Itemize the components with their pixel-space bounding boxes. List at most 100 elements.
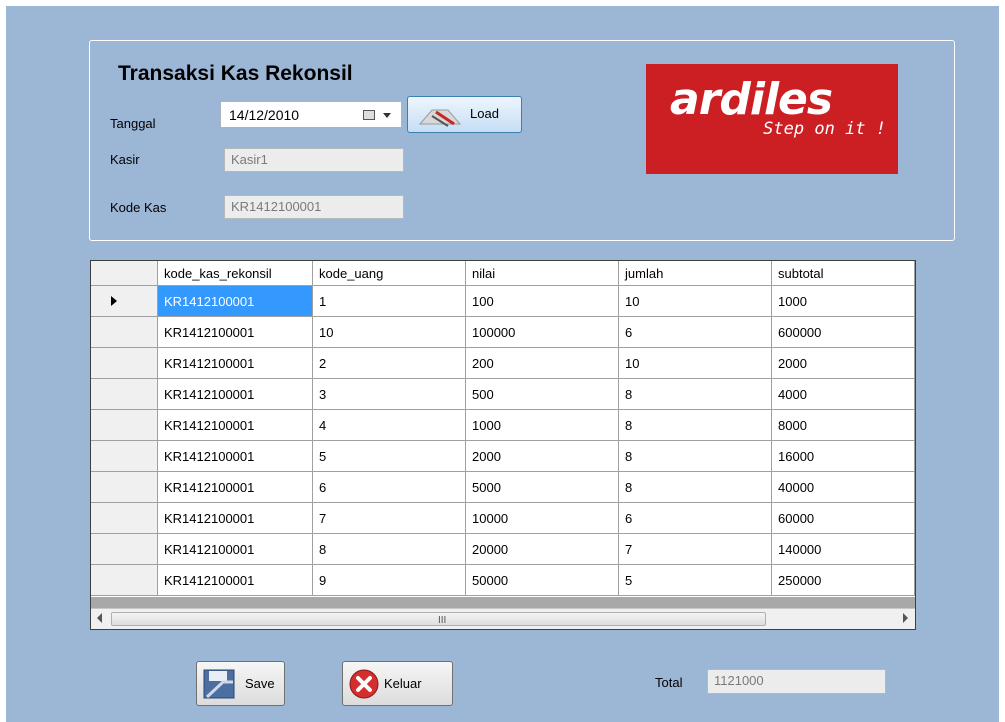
form-title: Transaksi Kas Rekonsil <box>118 62 353 85</box>
table-row[interactable]: KR1412100001 3 500 8 4000 <box>91 379 915 410</box>
table-cell[interactable]: 10 <box>619 348 772 379</box>
table-cell[interactable]: KR1412100001 <box>158 534 313 565</box>
save-button-label: Save <box>245 676 275 691</box>
scroll-right-icon[interactable] <box>903 613 908 623</box>
chevron-down-icon[interactable] <box>383 113 391 118</box>
table-cell[interactable]: 600000 <box>772 317 915 348</box>
row-header[interactable] <box>91 565 158 596</box>
table-cell[interactable]: KR1412100001 <box>158 348 313 379</box>
table-cell[interactable]: 9 <box>313 565 466 596</box>
table-row[interactable]: KR1412100001 9 50000 5 250000 <box>91 565 915 596</box>
column-header-nilai[interactable]: nilai <box>466 261 619 286</box>
total-field[interactable]: 1121000 <box>707 669 886 694</box>
column-header-kode-kas-rekonsil[interactable]: kode_kas_rekonsil <box>158 261 313 286</box>
table-cell[interactable]: KR1412100001 <box>158 286 313 317</box>
save-button[interactable]: Save <box>196 661 285 706</box>
keluar-button[interactable]: Keluar <box>342 661 453 706</box>
table-cell[interactable]: 7 <box>313 503 466 534</box>
table-cell[interactable]: 50000 <box>466 565 619 596</box>
keluar-button-label: Keluar <box>384 676 422 691</box>
table-cell[interactable]: 8 <box>619 472 772 503</box>
data-grid[interactable]: kode_kas_rekonsil kode_uang nilai jumlah sub… <box>90 260 916 630</box>
table-row[interactable]: KR1412100001 10 100000 6 600000 <box>91 317 915 348</box>
kode-kas-field[interactable]: KR1412100001 <box>224 195 404 219</box>
table-cell[interactable]: 8 <box>619 379 772 410</box>
row-header[interactable] <box>91 503 158 534</box>
table-cell[interactable]: KR1412100001 <box>158 441 313 472</box>
total-label: Total <box>655 675 683 690</box>
table-cell[interactable]: 10000 <box>466 503 619 534</box>
logo-brand: ardiles <box>670 74 833 125</box>
table-cell[interactable]: 3 <box>313 379 466 410</box>
table-cell[interactable]: 20000 <box>466 534 619 565</box>
table-row[interactable]: KR1412100001 7 10000 6 60000 <box>91 503 915 534</box>
table-cell[interactable]: 2000 <box>772 348 915 379</box>
row-header[interactable] <box>91 410 158 441</box>
scroll-thumb[interactable]: III <box>111 612 766 626</box>
table-cell[interactable]: 6 <box>619 503 772 534</box>
load-button-label: Load <box>470 106 499 121</box>
calendar-icon[interactable] <box>363 110 375 120</box>
row-header[interactable] <box>91 317 158 348</box>
table-row[interactable]: KR1412100001 6 5000 8 40000 <box>91 472 915 503</box>
row-header[interactable] <box>91 472 158 503</box>
table-cell[interactable]: 5 <box>313 441 466 472</box>
table-cell[interactable]: KR1412100001 <box>158 317 313 348</box>
column-header-subtotal[interactable]: subtotal <box>772 261 915 286</box>
table-cell[interactable]: 100 <box>466 286 619 317</box>
row-header[interactable] <box>91 441 158 472</box>
table-cell[interactable]: 1 <box>313 286 466 317</box>
table-cell[interactable]: 100000 <box>466 317 619 348</box>
table-cell[interactable]: KR1412100001 <box>158 503 313 534</box>
table-cell[interactable]: 1000 <box>772 286 915 317</box>
table-cell[interactable]: 250000 <box>772 565 915 596</box>
table-cell[interactable]: 500 <box>466 379 619 410</box>
column-header-kode-uang[interactable]: kode_uang <box>313 261 466 286</box>
row-header[interactable] <box>91 348 158 379</box>
save-icon <box>203 669 235 699</box>
table-cell[interactable]: KR1412100001 <box>158 410 313 441</box>
grid-body: kode_kas_rekonsil kode_uang nilai jumlah sub… <box>91 261 915 597</box>
table-cell[interactable]: 1000 <box>466 410 619 441</box>
scroll-grip: III <box>438 615 447 626</box>
table-cell[interactable]: 200 <box>466 348 619 379</box>
table-cell[interactable]: 8000 <box>772 410 915 441</box>
row-header[interactable] <box>91 286 158 317</box>
table-cell[interactable]: KR1412100001 <box>158 472 313 503</box>
tanggal-date-picker[interactable]: 14/12/2010 <box>220 101 402 128</box>
table-row[interactable]: KR1412100001 2 200 10 2000 <box>91 348 915 379</box>
table-cell[interactable]: 7 <box>619 534 772 565</box>
table-cell[interactable]: 2000 <box>466 441 619 472</box>
table-cell[interactable]: 4000 <box>772 379 915 410</box>
table-cell[interactable]: KR1412100001 <box>158 379 313 410</box>
kasir-label: Kasir <box>110 152 140 167</box>
table-row[interactable]: KR1412100001 4 1000 8 8000 <box>91 410 915 441</box>
kode-kas-label: Kode Kas <box>110 200 167 215</box>
row-header[interactable] <box>91 379 158 410</box>
table-row[interactable]: KR1412100001 8 20000 7 140000 <box>91 534 915 565</box>
kasir-field[interactable]: Kasir1 <box>224 148 404 172</box>
table-row[interactable]: KR1412100001 5 2000 8 16000 <box>91 441 915 472</box>
table-cell[interactable]: 5 <box>619 565 772 596</box>
column-header-jumlah[interactable]: jumlah <box>619 261 772 286</box>
table-cell[interactable]: 6 <box>619 317 772 348</box>
scroll-left-icon[interactable] <box>97 613 102 623</box>
table-cell[interactable]: 2 <box>313 348 466 379</box>
table-cell[interactable]: 6 <box>313 472 466 503</box>
table-cell[interactable]: 140000 <box>772 534 915 565</box>
table-cell[interactable]: 40000 <box>772 472 915 503</box>
table-cell[interactable]: 8 <box>619 441 772 472</box>
horizontal-scrollbar[interactable]: III <box>91 608 915 629</box>
table-cell[interactable]: 8 <box>619 410 772 441</box>
table-cell[interactable]: 4 <box>313 410 466 441</box>
table-cell[interactable]: KR1412100001 <box>158 565 313 596</box>
table-cell[interactable]: 60000 <box>772 503 915 534</box>
table-cell[interactable]: 5000 <box>466 472 619 503</box>
table-cell[interactable]: 8 <box>313 534 466 565</box>
table-cell[interactable]: 16000 <box>772 441 915 472</box>
table-cell[interactable]: 10 <box>313 317 466 348</box>
load-button[interactable]: Load <box>407 96 522 133</box>
table-row[interactable]: KR1412100001 1 100 10 1000 <box>91 286 915 317</box>
row-header[interactable] <box>91 534 158 565</box>
table-cell[interactable]: 10 <box>619 286 772 317</box>
